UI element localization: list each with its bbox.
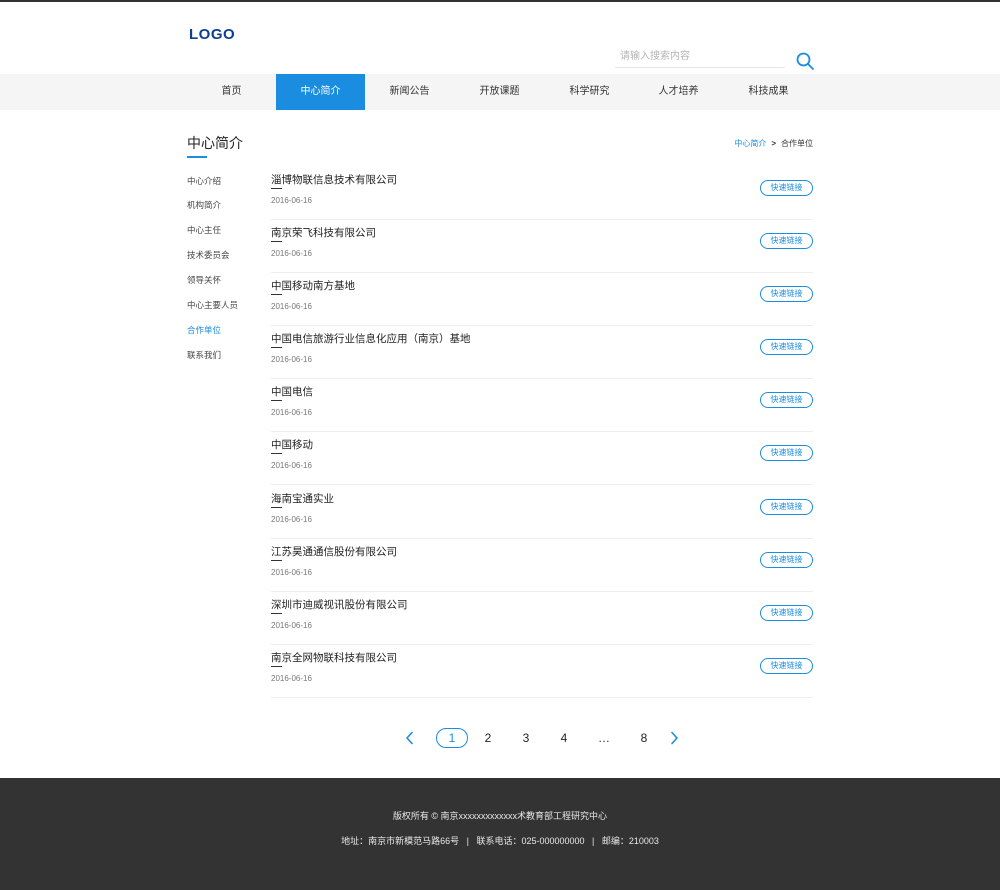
section-title-underline [187,156,207,158]
list-item-date: 2016-06-16 [271,515,312,524]
main-nav: 首页 中心简介 新闻公告 开放课题 科学研究 人才培养 科技成果 [0,74,1000,110]
list-item-date: 2016-06-16 [271,302,312,311]
sidebar-item-staff[interactable]: 中心主要人员 [187,299,238,311]
sidebar-item-partners[interactable]: 合作单位 [187,324,221,336]
breadcrumb: 中心简介 > 合作单位 [734,138,813,149]
nav-item-research[interactable]: 科学研究 [545,74,634,110]
chevron-right-icon: > [771,139,776,148]
list-item: 南京全网物联科技有限公司 2016-06-16 快速链接 [271,645,813,698]
title-dash [271,453,282,454]
nav-item-home[interactable]: 首页 [187,74,276,110]
page-number-8[interactable]: 8 [634,728,654,748]
page-number-4[interactable]: 4 [554,728,574,748]
logo[interactable]: LOGO [189,26,235,43]
list-item-title[interactable]: 江苏昊通通信股份有限公司 [271,544,397,559]
search-input[interactable] [615,46,785,68]
sidebar-item-intro[interactable]: 中心介绍 [187,175,221,187]
list-item: 淄博物联信息技术有限公司 2016-06-16 快速链接 [271,167,813,220]
search-button[interactable] [795,51,815,71]
page-number-3[interactable]: 3 [516,728,536,748]
sidebar-item-director[interactable]: 中心主任 [187,224,221,236]
title-dash [271,400,282,401]
nav-item-talent[interactable]: 人才培养 [634,74,723,110]
list-item-date: 2016-06-16 [271,461,312,470]
list-item-date: 2016-06-16 [271,568,312,577]
list-item-title[interactable]: 南京全网物联科技有限公司 [271,650,397,665]
title-dash [271,188,282,189]
list-item-date: 2016-06-16 [271,249,312,258]
quick-link-button[interactable]: 快速链接 [760,286,813,302]
page-number-1[interactable]: 1 [436,728,468,748]
sidebar-item-contact[interactable]: 联系我们 [187,349,221,361]
quick-link-button[interactable]: 快速链接 [760,445,813,461]
list-item-title[interactable]: 中国电信 [271,384,313,399]
quick-link-button[interactable]: 快速链接 [760,233,813,249]
title-dash [271,294,282,295]
footer: 版权所有 © 南京xxxxxxxxxxxxx术教育部工程研究中心 地址：南京市新… [0,778,1000,890]
title-dash [271,347,282,348]
list-item-title[interactable]: 深圳市迪威视讯股份有限公司 [271,597,408,612]
list-item-date: 2016-06-16 [271,674,312,683]
chevron-left-icon [406,731,413,745]
list-item: 中国移动 2016-06-16 快速链接 [271,432,813,485]
breadcrumb-parent[interactable]: 中心简介 [734,139,766,148]
list-item-title[interactable]: 中国移动 [271,437,313,452]
list-item: 深圳市迪威视讯股份有限公司 2016-06-16 快速链接 [271,592,813,645]
header: LOGO [0,2,1000,74]
section-title: 中心简介 [187,135,243,151]
quick-link-button[interactable]: 快速链接 [760,658,813,674]
list-item-title[interactable]: 中国移动南方基地 [271,278,355,293]
title-dash [271,560,282,561]
prev-page-button[interactable] [404,731,416,745]
sidebar-item-organization[interactable]: 机构简介 [187,199,221,211]
list-item-date: 2016-06-16 [271,196,312,205]
quick-link-button[interactable]: 快速链接 [760,180,813,196]
list-item-date: 2016-06-16 [271,408,312,417]
list-item-title[interactable]: 中国电信旅游行业信息化应用（南京）基地 [271,331,471,346]
list-item: 海南宝通实业 2016-06-16 快速链接 [271,486,813,539]
list-item: 江苏昊通通信股份有限公司 2016-06-16 快速链接 [271,539,813,592]
quick-link-button[interactable]: 快速链接 [760,605,813,621]
title-dash [271,507,282,508]
nav-item-news[interactable]: 新闻公告 [365,74,454,110]
chevron-right-icon [671,731,678,745]
footer-contact: 地址：南京市新模范马路66号 | 联系电话：025-000000000 | 邮编… [341,836,659,846]
list-item: 中国移动南方基地 2016-06-16 快速链接 [271,273,813,326]
sidebar-item-committee[interactable]: 技术委员会 [187,249,230,261]
list-item-title[interactable]: 南京荣飞科技有限公司 [271,225,376,240]
next-page-button[interactable] [668,731,680,745]
list-item: 中国电信 2016-06-16 快速链接 [271,379,813,432]
breadcrumb-current: 合作单位 [781,139,813,148]
page-ellipsis: … [598,731,610,745]
quick-link-button[interactable]: 快速链接 [760,552,813,568]
page-number-2[interactable]: 2 [478,728,498,748]
footer-copyright: 版权所有 © 南京xxxxxxxxxxxxx术教育部工程研究中心 [392,811,608,821]
list-item-title[interactable]: 淄博物联信息技术有限公司 [271,172,397,187]
search-icon [796,52,814,70]
list-item-date: 2016-06-16 [271,621,312,630]
title-dash [271,613,282,614]
title-dash [271,241,282,242]
nav-item-open-projects[interactable]: 开放课题 [455,74,544,110]
sidebar-item-leadership[interactable]: 领导关怀 [187,274,221,286]
nav-item-about[interactable]: 中心简介 [276,74,365,110]
list-item: 南京荣飞科技有限公司 2016-06-16 快速链接 [271,220,813,273]
list-item-title[interactable]: 海南宝通实业 [271,491,334,506]
quick-link-button[interactable]: 快速链接 [760,499,813,515]
title-dash [271,666,282,667]
quick-link-button[interactable]: 快速链接 [760,392,813,408]
list-item-date: 2016-06-16 [271,355,312,364]
list-item: 中国电信旅游行业信息化应用（南京）基地 2016-06-16 快速链接 [271,326,813,379]
nav-item-achievements[interactable]: 科技成果 [724,74,813,110]
quick-link-button[interactable]: 快速链接 [760,339,813,355]
